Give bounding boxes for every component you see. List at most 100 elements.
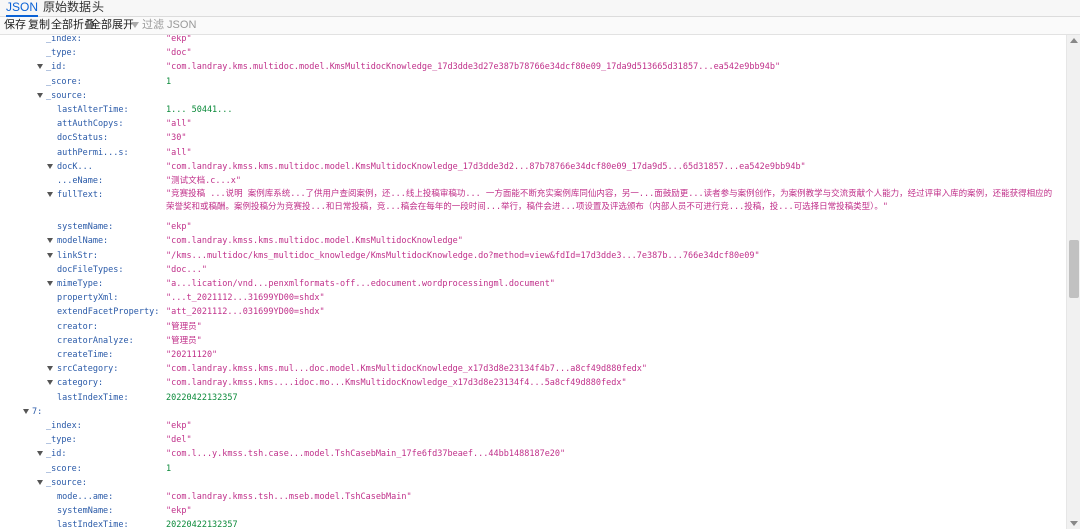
json-value: "20211120" (166, 350, 218, 360)
json-value: "all" (166, 147, 192, 158)
json-key: _score: (46, 463, 82, 474)
json-row: systemName: "ekp" (0, 220, 1066, 234)
json-row[interactable]: _source: (0, 89, 1066, 103)
json-key: creatorAnalyze: (57, 335, 134, 346)
tab-bar: JSON 原始数据 头 (0, 0, 1080, 17)
json-viewer: _index: "ekp" _type: "doc" _id: "com.landray.… (0, 35, 1066, 529)
expand-toggle-icon[interactable] (37, 92, 43, 98)
json-row[interactable]: _source: (0, 476, 1066, 490)
json-value: "ekp" (166, 421, 192, 431)
json-key: srcCategory: (57, 364, 119, 375)
json-row[interactable]: modelName: "com.landray.kmss.kms.multidoc… (0, 234, 1066, 248)
json-key: mimeType: (57, 279, 104, 289)
json-value: "com.landray.kmss.tsh...mseb.model.TshCa… (166, 492, 412, 502)
json-key: docK... (57, 161, 93, 172)
json-row: attAuthCopys: "all" (0, 117, 1066, 131)
json-row: lastIndexTime: 20220422132357 (0, 391, 1066, 405)
scroll-down-arrow-icon[interactable] (1070, 521, 1078, 526)
json-row: extendFacetProperty: "att_2021112...03169… (0, 305, 1066, 319)
json-key: extendFacetProperty: (57, 307, 160, 318)
json-key: propertyXml: (57, 293, 119, 304)
json-value: 20220422132357 (166, 520, 238, 529)
json-value: "ekp" (166, 506, 192, 517)
json-value: "管理员" (166, 321, 202, 332)
tab-raw-data[interactable]: 原始数据 (43, 0, 91, 15)
json-value: "com.landray.kmss.kms.multidoc.model.Kms… (166, 161, 806, 172)
json-row: mode...ame: "com.landray.kmss.tsh...mseb.… (0, 490, 1066, 504)
json-row: docFileTypes: "doc..." (0, 263, 1066, 277)
json-key: authPermi...s: (57, 147, 129, 158)
json-value: "att_2021112...031699YD00=shdx" (166, 307, 325, 318)
expand-toggle-icon[interactable] (47, 281, 53, 286)
expand-toggle-icon[interactable] (47, 366, 53, 372)
tab-json[interactable]: JSON (6, 0, 39, 17)
json-row: lastIndexTime: 20220422132357 (0, 518, 1066, 529)
json-row: _index: "ekp" (0, 35, 1066, 46)
vertical-scrollbar[interactable] (1066, 35, 1080, 529)
json-row[interactable]: srcCategory: "com.landray.kmss.kms.mul...… (0, 362, 1066, 376)
json-value: "a...lication/vnd...penxmlformats-off...… (166, 279, 555, 289)
expand-toggle-icon[interactable] (47, 238, 53, 244)
json-row: docStatus: "30" (0, 131, 1066, 145)
expand-toggle-icon[interactable] (23, 408, 29, 414)
json-key: _id: (46, 449, 67, 460)
json-key: lastAlterTime: (57, 105, 129, 115)
json-key: _source: (46, 90, 87, 101)
json-key: _type: (46, 435, 77, 446)
json-row[interactable]: linkStr: "/kms...multidoc/kms_multidoc_kn… (0, 249, 1066, 263)
json-key: lastIndexTime: (57, 520, 129, 529)
json-value: 1 (166, 463, 172, 474)
json-row[interactable]: category: "com.landray.kmss.kms....idoc.m… (0, 376, 1066, 390)
json-key: systemName: (57, 222, 114, 233)
json-key: docStatus: (57, 133, 109, 144)
json-value: "竞赛投稿 ...说明 案例库系统...了供用户查阅案例，还...线上投稿审稿功… (166, 189, 1053, 213)
json-value: "com.landray.kmss.kms.mul...doc.model.Km… (166, 364, 648, 375)
expand-toggle-icon[interactable] (47, 252, 53, 258)
json-key: _id: (46, 62, 67, 73)
copy-button[interactable]: 复制 (28, 18, 50, 33)
expand-toggle-icon[interactable] (37, 64, 43, 70)
json-row: propertyXml: "...t_2021112...31699YD00=sh… (0, 291, 1066, 305)
json-value: "ekp" (166, 35, 192, 44)
json-key: docFileTypes: (57, 264, 124, 275)
json-row[interactable]: _id: "com.l...y.kmss.tsh.case...model.Tsh… (0, 447, 1066, 461)
scroll-up-arrow-icon[interactable] (1070, 38, 1078, 43)
save-button[interactable]: 保存 (4, 18, 26, 33)
json-row[interactable]: docK... "com.landray.kmss.kms.multidoc.mo… (0, 160, 1066, 174)
json-row[interactable]: mimeType: "a...lication/vnd...penxmlforma… (0, 277, 1066, 291)
json-row[interactable]: _id: "com.landray.kms.multidoc.model.KmsM… (0, 60, 1066, 74)
json-row: systemName: "ekp" (0, 504, 1066, 518)
json-value: "...t_2021112...31699YD00=shdx" (166, 293, 325, 304)
json-key: modelName: (57, 236, 109, 247)
expand-all-button[interactable]: 全部展开 (90, 18, 134, 33)
expand-toggle-icon[interactable] (47, 192, 53, 198)
json-key: mode...ame: (57, 492, 114, 502)
json-key: category: (57, 378, 104, 389)
json-value: "com.landray.kmss.kms....idoc.mo...KmsMu… (166, 378, 627, 389)
json-key: _type: (46, 48, 77, 59)
json-value: "com.landray.kms.multidoc.model.KmsMulti… (166, 62, 781, 73)
expand-toggle-icon[interactable] (37, 451, 43, 457)
collapse-all-button[interactable]: 全部折叠 (51, 18, 95, 33)
json-row[interactable]: fullText: "竞赛投稿 ...说明 案例库系统...了供用户查阅案例，还.… (0, 188, 1066, 212)
filter-json-input[interactable]: 过滤 JSON (131, 18, 196, 33)
expand-toggle-icon[interactable] (47, 380, 53, 386)
filter-placeholder: 过滤 JSON (142, 19, 197, 31)
json-value: "all" (166, 119, 192, 130)
filter-icon (131, 22, 139, 29)
expand-toggle-icon[interactable] (47, 163, 53, 169)
json-value: "30" (166, 133, 187, 144)
tab-headers[interactable]: 头 (92, 0, 104, 15)
json-row: creator: "管理员" (0, 320, 1066, 334)
json-row: creatorAnalyze: "管理员" (0, 334, 1066, 348)
scrollbar-thumb[interactable] (1069, 240, 1079, 298)
json-key: attAuthCopys: (57, 119, 124, 130)
json-row[interactable]: 7: (0, 405, 1066, 419)
json-row: _type: "del" (0, 433, 1066, 447)
json-value: 1... 50441... (166, 105, 233, 115)
json-row: ...eName: "测试文档.c...x" (0, 174, 1066, 188)
expand-toggle-icon[interactable] (37, 479, 43, 485)
json-row: _score: 1 (0, 75, 1066, 89)
toolbar: 保存 复制 全部折叠 全部展开 过滤 JSON (0, 17, 1080, 35)
json-row: _type: "doc" (0, 46, 1066, 60)
